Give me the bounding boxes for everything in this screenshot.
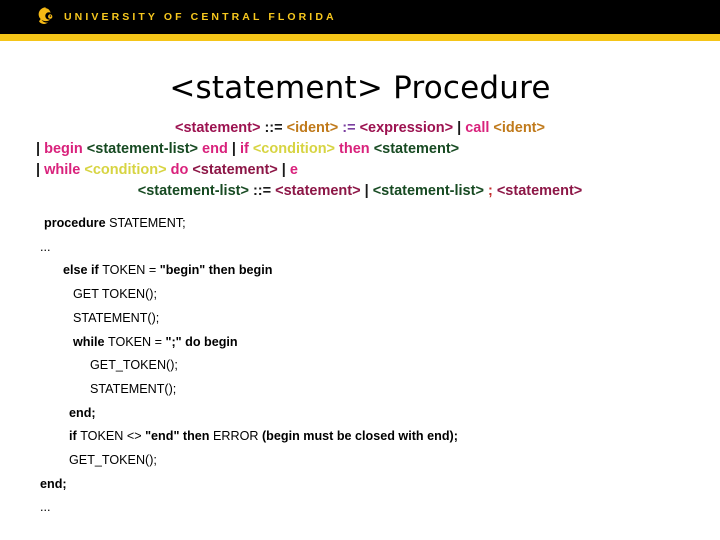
code-line-13: ...	[0, 496, 720, 520]
grammar-token: <condition>	[84, 162, 167, 178]
code-line-7: GET_TOKEN();	[0, 354, 720, 378]
grammar-rules-block: <statement> ::= <ident> := <expression> …	[0, 118, 720, 202]
grammar-token: |	[277, 162, 290, 178]
code-line-12: end;	[0, 473, 720, 497]
code-line-6: while TOKEN = ";" do begin	[0, 331, 720, 355]
grammar-token: <condition>	[252, 141, 336, 157]
grammar-token: :=	[342, 120, 356, 136]
code-token: "begin" then begin	[159, 263, 273, 278]
code-token: GET TOKEN();	[73, 287, 157, 302]
code-token: while	[73, 334, 108, 349]
grammar-token: <statement-list>	[137, 183, 249, 199]
code-token: STATEMENT();	[90, 381, 177, 396]
grammar-token: <statement>	[275, 183, 361, 199]
code-token: STATEMENT();	[73, 310, 160, 325]
grammar-token: ::=	[248, 183, 276, 199]
page-title: <statement> Procedure	[169, 70, 551, 106]
grammar-token: <statement-list>	[372, 183, 484, 199]
header-gold-rule	[0, 34, 720, 41]
grammar-token: <statement>	[192, 162, 278, 178]
grammar-token: call	[465, 120, 490, 136]
code-token: TOKEN =	[108, 334, 166, 349]
code-line-2: ...	[0, 236, 720, 260]
code-token: STATEMENT;	[109, 216, 186, 230]
grammar-token: |	[227, 141, 240, 157]
grammar-line-4: <statement-list> ::= <statement> | <stat…	[0, 181, 720, 202]
code-token: procedure	[44, 216, 110, 230]
grammar-token: then	[339, 141, 370, 157]
code-line-11: GET_TOKEN();	[0, 449, 720, 473]
grammar-token: if	[239, 141, 249, 157]
grammar-token: end	[202, 141, 228, 157]
code-line-3: else if TOKEN = "begin" then begin	[0, 259, 720, 283]
grammar-token: <expression>	[359, 120, 454, 136]
code-token: TOKEN =	[102, 263, 160, 278]
grammar-token: while	[44, 162, 81, 178]
grammar-token: <statement-list>	[86, 141, 199, 157]
grammar-token: e	[289, 162, 298, 178]
grammar-token: <ident>	[493, 120, 545, 136]
code-token: else if	[63, 263, 103, 278]
grammar-line-2: | begin <statement-list> end | if <condi…	[0, 139, 720, 160]
code-token: (begin must be closed with end);	[261, 429, 458, 444]
code-line-9: end;	[0, 402, 720, 426]
code-line-5: STATEMENT();	[0, 307, 720, 331]
code-line-10: if TOKEN <> "end" then ERROR (begin must…	[0, 425, 720, 449]
grammar-token: <statement>	[496, 183, 583, 199]
grammar-token: <ident>	[286, 120, 339, 136]
code-line-8: STATEMENT();	[0, 378, 720, 402]
grammar-token: <statement>	[175, 120, 261, 136]
code-token: ";" do begin	[165, 334, 238, 349]
code-token: TOKEN <>	[80, 429, 146, 444]
ucf-wordmark: UNIVERSITY OF CENTRAL FLORIDA	[64, 11, 337, 23]
code-line-4: GET TOKEN();	[0, 283, 720, 307]
grammar-token: do	[170, 162, 189, 178]
code-token: GET_TOKEN();	[90, 358, 178, 373]
code-token: end;	[40, 476, 67, 491]
grammar-line-3: | while <condition> do <statement> | e	[0, 160, 720, 181]
grammar-token: <statement>	[373, 141, 460, 157]
code-token: if	[69, 429, 81, 444]
slide-canvas: UNIVERSITY OF CENTRAL FLORIDA <statement…	[0, 0, 720, 540]
grammar-token: ::=	[260, 120, 287, 136]
grammar-token: |	[453, 120, 466, 136]
pseudocode-block: procedure STATEMENT;... else if TOKEN = "…	[0, 212, 720, 520]
code-token: ERROR	[213, 429, 262, 444]
code-token: ...	[40, 239, 51, 254]
code-token: "end" then	[145, 429, 213, 444]
pegasus-icon	[33, 5, 57, 29]
code-token: end;	[69, 405, 96, 420]
grammar-token: begin	[44, 141, 83, 157]
grammar-line-1: <statement> ::= <ident> := <expression> …	[0, 118, 720, 139]
code-line-1: procedure STATEMENT;	[0, 212, 720, 236]
grammar-token: |	[36, 162, 45, 178]
code-token: ...	[40, 500, 51, 515]
grammar-token: |	[36, 141, 45, 157]
code-token: GET_TOKEN();	[69, 453, 157, 468]
grammar-token: |	[360, 183, 373, 199]
